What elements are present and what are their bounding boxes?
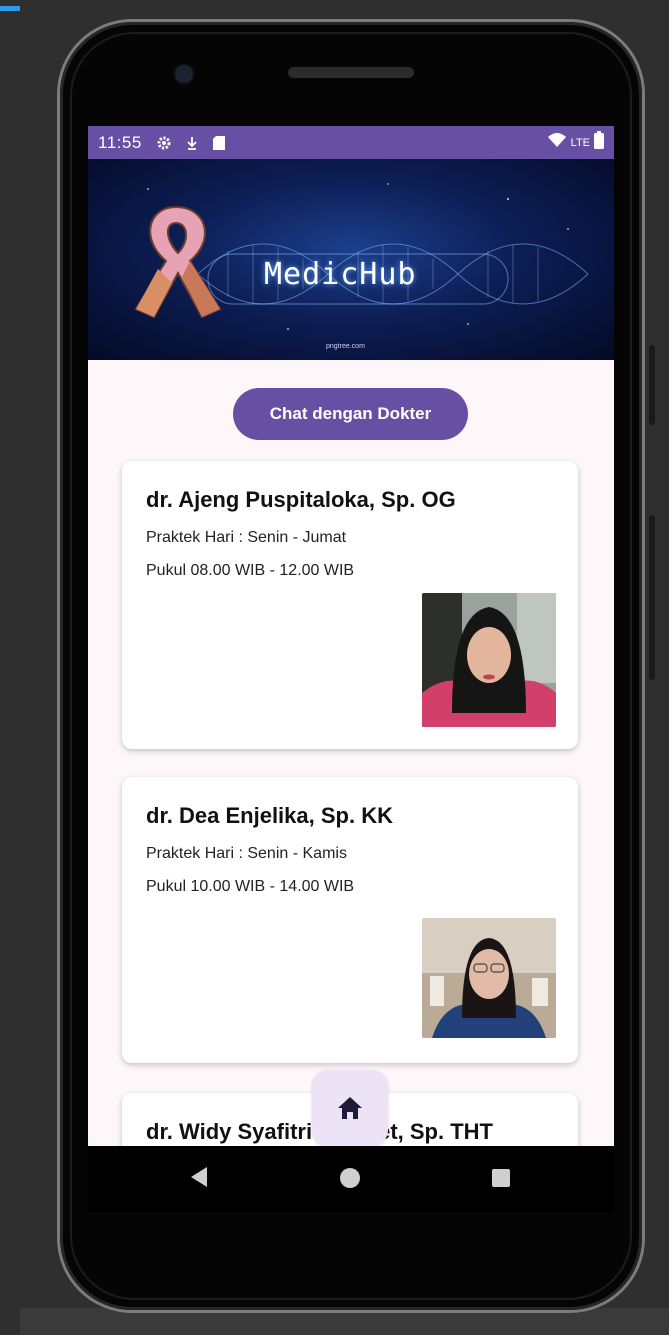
chat-doctor-button[interactable]: Chat dengan Dokter (233, 388, 468, 440)
network-label: LTE (570, 136, 590, 149)
practice-days: Praktek Hari : Senin - Kamis (146, 845, 347, 862)
doctor-card[interactable]: dr. Dea Enjelika, Sp. KK Praktek Hari : … (122, 777, 578, 1063)
awareness-ribbon-icon (134, 205, 222, 319)
status-bar: 11:55 LTE (88, 126, 614, 159)
home-icon (338, 1097, 362, 1119)
doctor-photo (422, 593, 556, 727)
doctor-name: dr. Dea Enjelika, Sp. KK (146, 803, 393, 828)
doctor-name: dr. Ajeng Puspitaloka, Sp. OG (146, 487, 456, 512)
home-fab-button[interactable] (312, 1070, 388, 1146)
doctor-card[interactable]: dr. Ajeng Puspitaloka, Sp. OG Praktek Ha… (122, 461, 578, 749)
status-time: 11:55 (98, 132, 142, 152)
recent-apps-icon[interactable] (492, 1169, 510, 1187)
sd-card-icon (212, 135, 226, 151)
practice-hours: Pukul 10.00 WIB - 14.00 WIB (146, 878, 355, 895)
emulator-bottom-bar (20, 1308, 669, 1335)
home-circle-icon[interactable] (340, 1168, 360, 1188)
download-icon (186, 135, 198, 151)
gear-icon (156, 135, 172, 151)
window-accent-strip (0, 6, 20, 11)
battery-icon (594, 131, 604, 154)
wifi-icon (547, 132, 567, 153)
system-nav-bar (88, 1146, 614, 1212)
front-camera-icon (173, 63, 195, 85)
volume-button[interactable] (649, 345, 655, 425)
banner-title: MedicHub (264, 257, 417, 292)
app-screen: 11:55 LTE MedicHub pngtree.com Chat deng… (88, 126, 614, 1146)
practice-hours: Pukul 08.00 WIB - 12.00 WIB (146, 562, 355, 579)
doctor-name-end: et, Sp. THT (378, 1119, 493, 1144)
doctor-name-start: dr. Widy Syafitri (146, 1119, 313, 1144)
doctor-photo (422, 918, 556, 1038)
banner-source: pngtree.com (326, 343, 365, 350)
power-button[interactable] (649, 515, 655, 680)
app-banner: MedicHub pngtree.com (88, 159, 614, 360)
earpiece-speaker (288, 67, 414, 78)
back-icon[interactable] (190, 1166, 208, 1188)
practice-days: Praktek Hari : Senin - Jumat (146, 529, 347, 546)
